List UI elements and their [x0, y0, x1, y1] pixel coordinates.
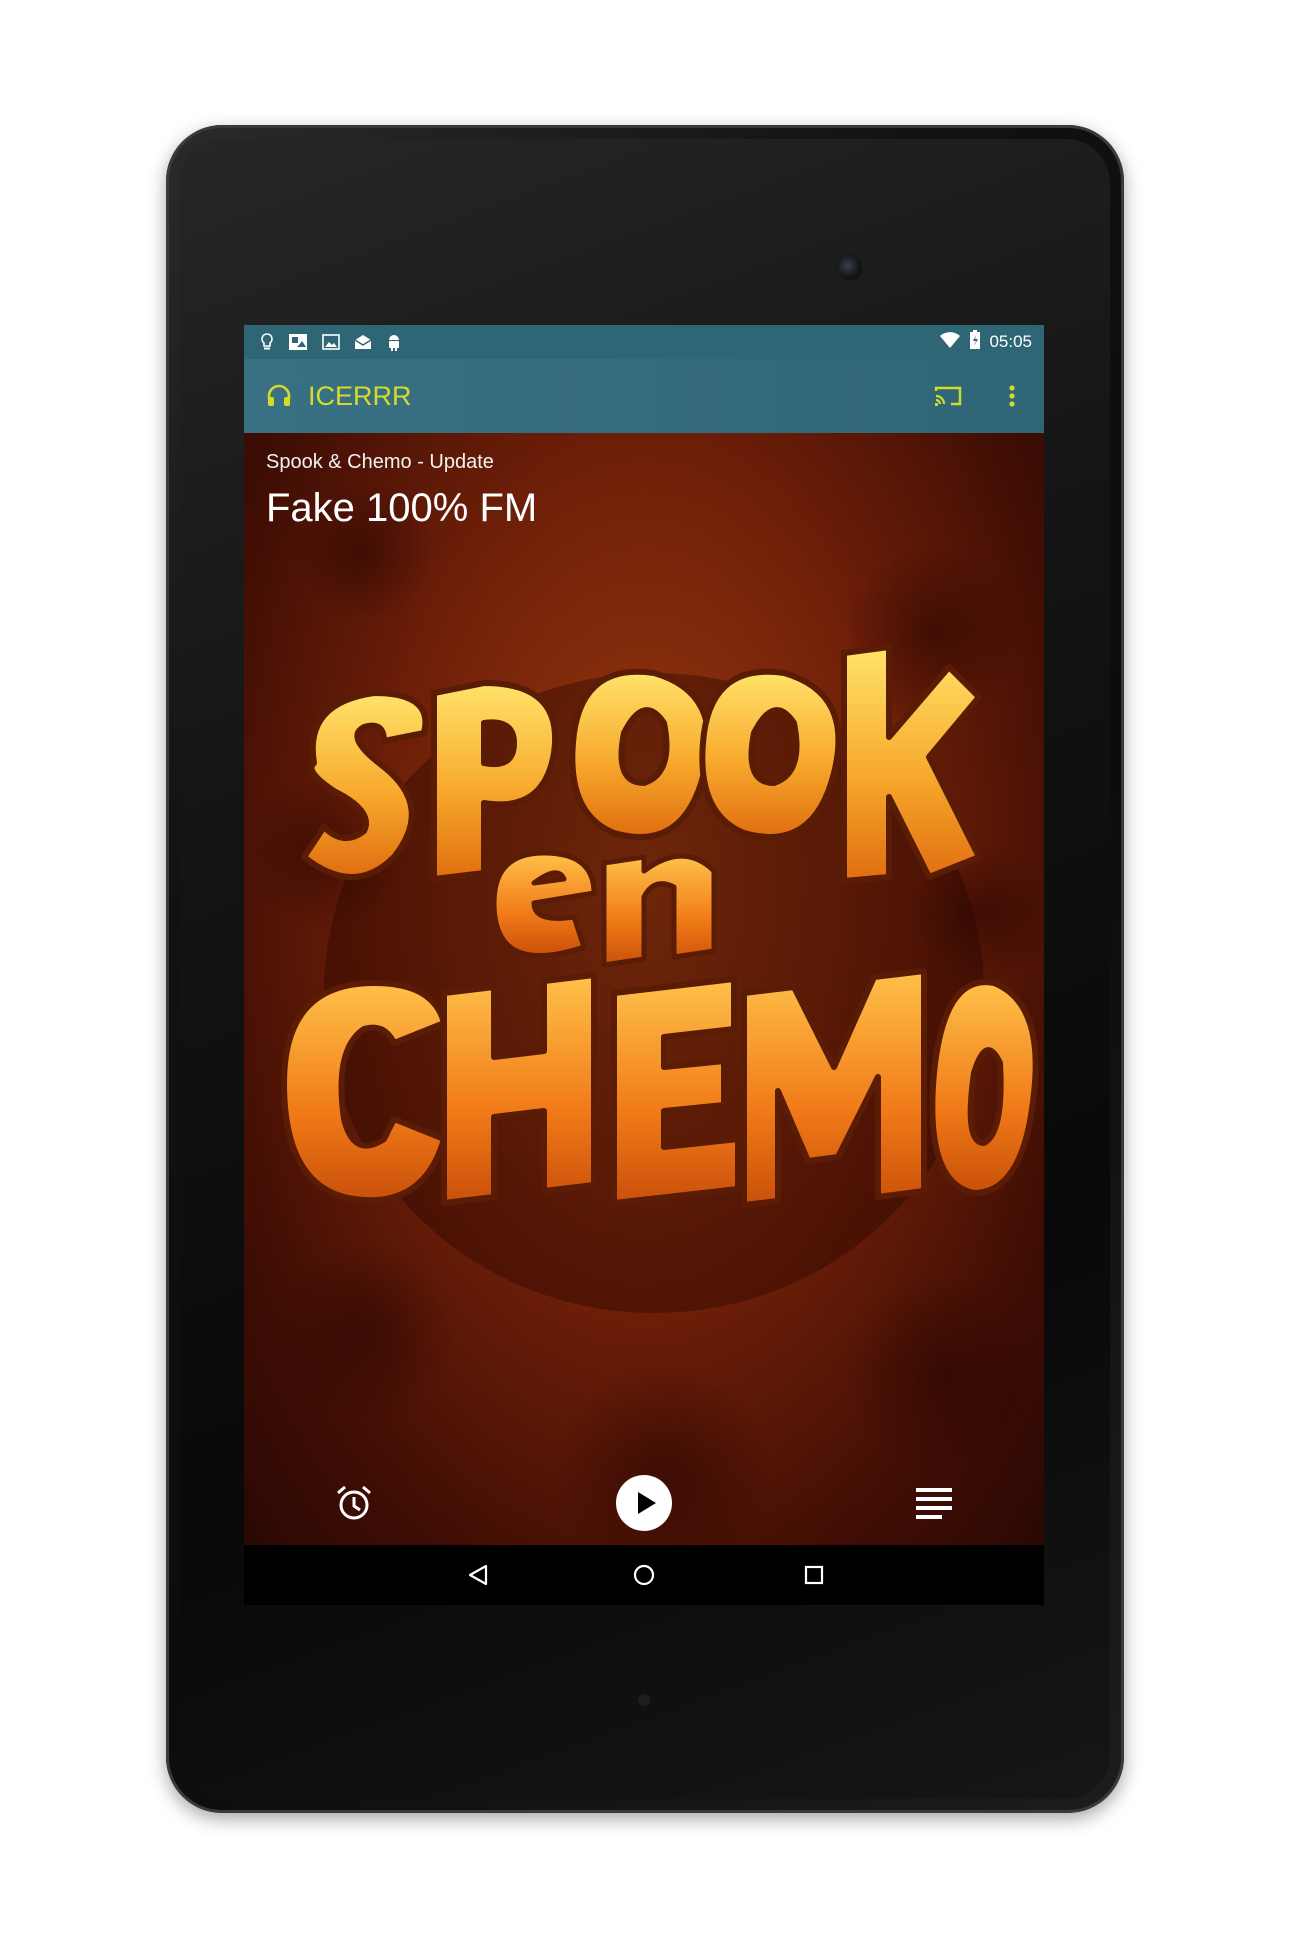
notification-icons — [244, 333, 402, 351]
app-bar: ICERRR — [244, 359, 1044, 433]
album-artwork: Spook & Chemo - Update Fake 100% FM — [244, 433, 1044, 1545]
recents-button[interactable] — [792, 1553, 836, 1597]
cast-icon[interactable] — [934, 385, 962, 407]
image-icon — [322, 334, 340, 350]
station-name: Fake 100% FM — [266, 486, 538, 530]
mail-icon — [354, 334, 372, 350]
now-playing-info: Spook & Chemo - Update Fake 100% FM — [266, 451, 537, 531]
play-button[interactable] — [614, 1473, 674, 1533]
queue-button[interactable] — [904, 1473, 964, 1533]
overflow-menu-icon[interactable] — [1008, 384, 1016, 408]
screen: 05:05 ICERRR Spook & Chemo - Update Fake… — [244, 325, 1044, 1605]
gallery-icon — [288, 333, 308, 351]
system-status: 05:05 — [939, 330, 1044, 354]
android-icon — [386, 333, 402, 351]
artwork-graphic — [244, 483, 1044, 1545]
wifi-icon — [939, 331, 961, 353]
home-button[interactable] — [622, 1553, 666, 1597]
alarm-button[interactable] — [324, 1473, 384, 1533]
device-sensor — [638, 1694, 650, 1706]
battery-icon — [969, 330, 981, 354]
bulb-icon — [260, 333, 274, 351]
status-clock: 05:05 — [989, 332, 1032, 351]
list-icon — [914, 1485, 954, 1521]
alarm-icon — [334, 1483, 374, 1523]
track-title: Spook & Chemo - Update — [266, 451, 494, 473]
front-camera — [838, 256, 862, 280]
app-title: ICERRR — [308, 380, 412, 411]
recents-icon — [803, 1564, 825, 1586]
status-bar: 05:05 — [244, 325, 1044, 359]
playback-controls — [244, 1473, 1044, 1545]
home-icon — [632, 1563, 656, 1587]
play-icon — [614, 1473, 674, 1533]
back-button[interactable] — [456, 1553, 500, 1597]
back-icon — [466, 1563, 490, 1587]
headphones-icon — [266, 383, 292, 409]
nav-bar — [244, 1545, 1044, 1605]
